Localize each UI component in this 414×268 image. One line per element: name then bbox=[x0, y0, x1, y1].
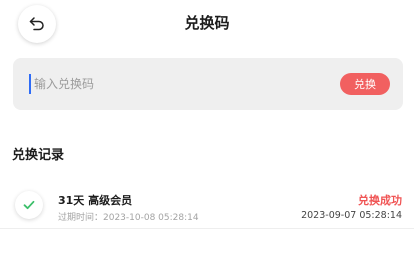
history-title: 兑换记录 bbox=[12, 148, 65, 163]
record-redeem-time: 2023-09-07 05:28:14 bbox=[301, 210, 402, 221]
page-title: 兑换码 bbox=[184, 14, 230, 32]
redeem-button[interactable]: 兑换 bbox=[340, 73, 390, 95]
header: 兑换码 bbox=[0, 0, 414, 46]
list-item: 31天 高级会员 过期时间：2023-10-08 05:28:14 兑换成功 2… bbox=[0, 188, 414, 228]
record-title: 31天 高级会员 bbox=[58, 194, 133, 207]
check-icon bbox=[23, 200, 35, 210]
record-expire-time: 过期时间：2023-10-08 05:28:14 bbox=[58, 213, 199, 223]
redeem-box: 兑换 bbox=[13, 58, 403, 110]
record-status: 兑换成功 bbox=[358, 194, 402, 207]
divider bbox=[0, 228, 414, 229]
redeem-code-input[interactable] bbox=[29, 74, 329, 94]
success-badge bbox=[15, 191, 43, 219]
